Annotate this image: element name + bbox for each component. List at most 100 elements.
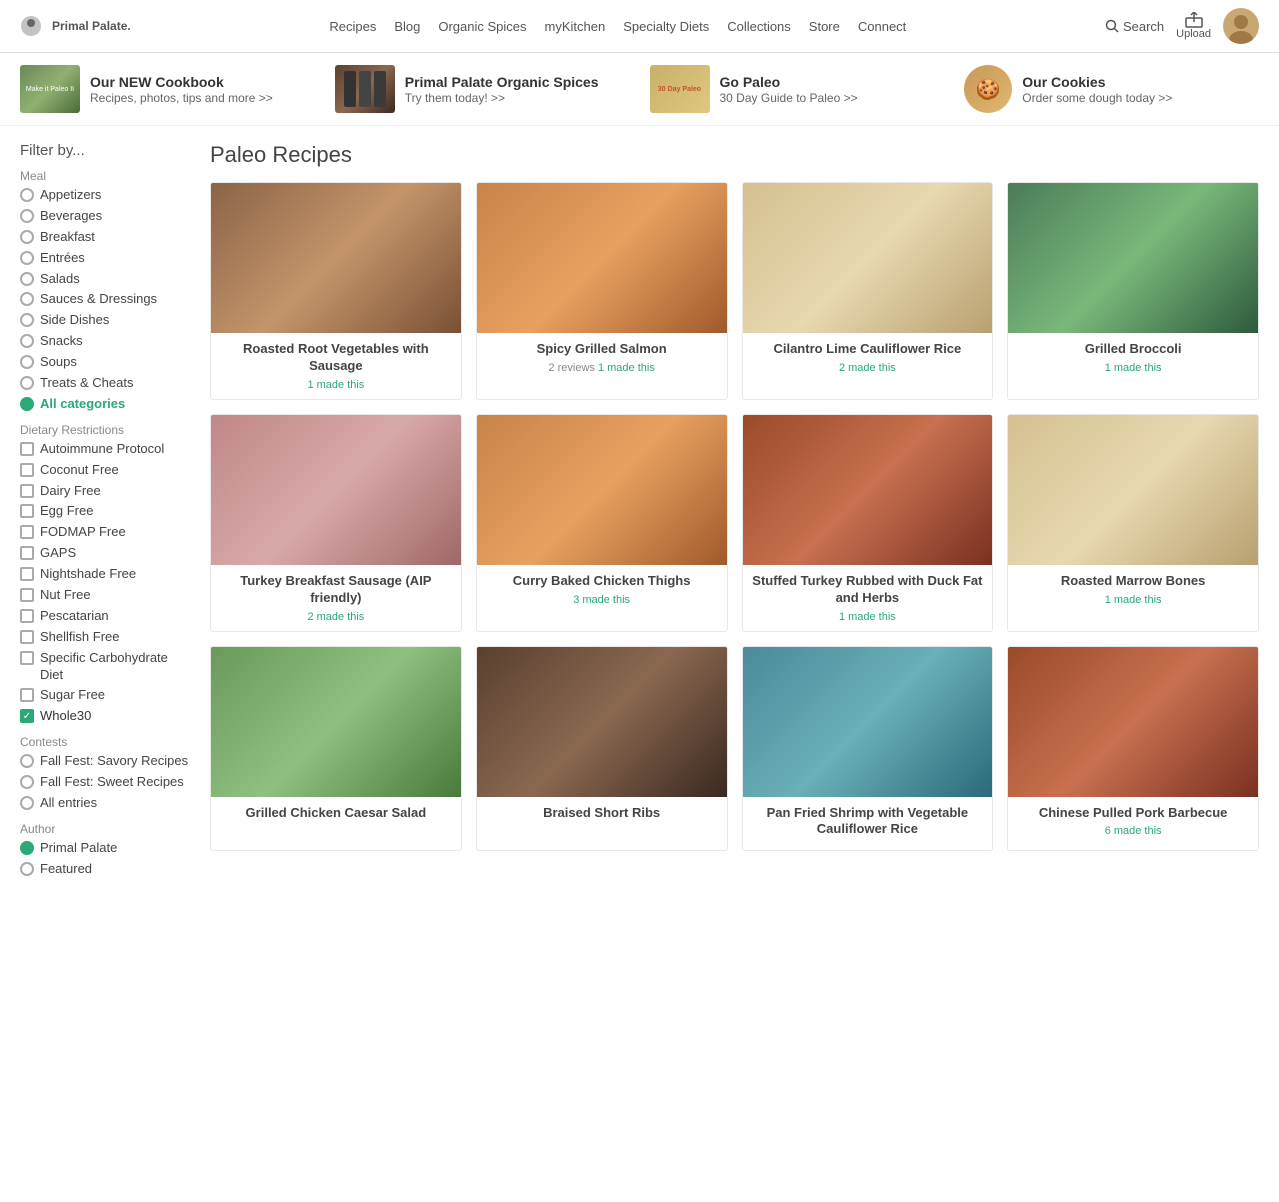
author-label: Author bbox=[20, 822, 190, 836]
nav-organic-spices[interactable]: Organic Spices bbox=[438, 19, 526, 34]
promo-cookbook[interactable]: Make it Paleo II Our NEW Cookbook Recipe… bbox=[20, 65, 315, 113]
recipe-info: Chinese Pulled Pork Barbecue6 made this bbox=[1008, 797, 1258, 846]
user-avatar[interactable] bbox=[1223, 8, 1259, 44]
recipe-name: Cilantro Lime Cauliflower Rice bbox=[751, 341, 985, 358]
recipe-card[interactable]: Braised Short Ribs bbox=[476, 646, 728, 852]
checkbox-nut-free[interactable] bbox=[20, 588, 34, 602]
radio-snacks[interactable] bbox=[20, 334, 34, 348]
sidebar-item-coconut-free[interactable]: Coconut Free bbox=[20, 462, 190, 479]
sidebar-item-fall-savory[interactable]: Fall Fest: Savory Recipes bbox=[20, 753, 190, 770]
radio-fall-savory[interactable] bbox=[20, 754, 34, 768]
checkbox-sugar-free[interactable] bbox=[20, 688, 34, 702]
recipe-made-count: 1 made this bbox=[598, 362, 655, 374]
sidebar-item-sauces[interactable]: Sauces & Dressings bbox=[20, 291, 190, 308]
label-egg-free: Egg Free bbox=[40, 503, 93, 520]
radio-side-dishes[interactable] bbox=[20, 313, 34, 327]
checkbox-dairy-free[interactable] bbox=[20, 484, 34, 498]
site-logo[interactable]: Primal Palate. bbox=[20, 15, 131, 37]
checkbox-gaps[interactable] bbox=[20, 546, 34, 560]
search-button[interactable]: Search bbox=[1105, 19, 1164, 34]
checkbox-nightshade[interactable] bbox=[20, 567, 34, 581]
recipe-card[interactable]: Spicy Grilled Salmon2 reviews 1 made thi… bbox=[476, 182, 728, 400]
nav-connect[interactable]: Connect bbox=[858, 19, 906, 34]
sidebar-item-egg-free[interactable]: Egg Free bbox=[20, 503, 190, 520]
nav-specialty-diets[interactable]: Specialty Diets bbox=[623, 19, 709, 34]
sidebar-item-treats[interactable]: Treats & Cheats bbox=[20, 375, 190, 392]
checkbox-whole30[interactable] bbox=[20, 709, 34, 723]
sidebar-item-shellfish-free[interactable]: Shellfish Free bbox=[20, 629, 190, 646]
recipe-info: Braised Short Ribs bbox=[477, 797, 727, 834]
recipe-card[interactable]: Roasted Marrow Bones1 made this bbox=[1007, 414, 1259, 632]
radio-appetizers[interactable] bbox=[20, 188, 34, 202]
recipe-card[interactable]: Curry Baked Chicken Thighs3 made this bbox=[476, 414, 728, 632]
sidebar-item-all-categories[interactable]: All categories bbox=[20, 396, 190, 413]
label-breakfast: Breakfast bbox=[40, 229, 95, 246]
sidebar-item-whole30[interactable]: Whole30 bbox=[20, 708, 190, 725]
sidebar-item-entrees[interactable]: Entrées bbox=[20, 250, 190, 267]
nav-mykitchen[interactable]: myKitchen bbox=[545, 19, 606, 34]
nav-blog[interactable]: Blog bbox=[394, 19, 420, 34]
nav-recipes[interactable]: Recipes bbox=[329, 19, 376, 34]
promo-cookies-thumb: 🍪 bbox=[964, 65, 1012, 113]
sidebar-item-nut-free[interactable]: Nut Free bbox=[20, 587, 190, 604]
promo-cookies[interactable]: 🍪 Our Cookies Order some dough today >> bbox=[964, 65, 1259, 113]
sidebar-item-featured[interactable]: Featured bbox=[20, 861, 190, 878]
sidebar-item-gaps[interactable]: GAPS bbox=[20, 545, 190, 562]
sidebar-item-all-entries[interactable]: All entries bbox=[20, 795, 190, 812]
promo-paleo[interactable]: 30 Day Paleo Go Paleo 30 Day Guide to Pa… bbox=[650, 65, 945, 113]
recipe-image bbox=[743, 647, 993, 797]
checkbox-fodmap[interactable] bbox=[20, 525, 34, 539]
sidebar-item-nightshade[interactable]: Nightshade Free bbox=[20, 566, 190, 583]
checkbox-autoimmune[interactable] bbox=[20, 442, 34, 456]
sidebar-item-snacks[interactable]: Snacks bbox=[20, 333, 190, 350]
upload-button[interactable]: Upload bbox=[1176, 12, 1211, 40]
checkbox-shellfish-free[interactable] bbox=[20, 630, 34, 644]
sidebar-item-breakfast[interactable]: Breakfast bbox=[20, 229, 190, 246]
recipe-card[interactable]: Pan Fried Shrimp with Vegetable Cauliflo… bbox=[742, 646, 994, 852]
nav-store[interactable]: Store bbox=[809, 19, 840, 34]
main-nav: Recipes Blog Organic Spices myKitchen Sp… bbox=[329, 19, 906, 34]
radio-primal-palate[interactable] bbox=[20, 841, 34, 855]
radio-treats[interactable] bbox=[20, 376, 34, 390]
radio-featured[interactable] bbox=[20, 862, 34, 876]
sidebar-item-sugar-free[interactable]: Sugar Free bbox=[20, 687, 190, 704]
radio-fall-sweet[interactable] bbox=[20, 775, 34, 789]
sidebar-item-side-dishes[interactable]: Side Dishes bbox=[20, 312, 190, 329]
recipe-meta: 2 made this bbox=[751, 362, 985, 374]
sidebar-item-dairy-free[interactable]: Dairy Free bbox=[20, 483, 190, 500]
recipe-card[interactable]: Stuffed Turkey Rubbed with Duck Fat and … bbox=[742, 414, 994, 632]
recipe-info: Grilled Broccoli1 made this bbox=[1008, 333, 1258, 382]
sidebar-item-pescatarian[interactable]: Pescatarian bbox=[20, 608, 190, 625]
sidebar-item-salads[interactable]: Salads bbox=[20, 271, 190, 288]
sidebar-item-specific-carb[interactable]: Specific Carbohydrate Diet bbox=[20, 650, 190, 684]
recipe-card[interactable]: Grilled Broccoli1 made this bbox=[1007, 182, 1259, 400]
checkbox-pescatarian[interactable] bbox=[20, 609, 34, 623]
recipe-card[interactable]: Roasted Root Vegetables with Sausage1 ma… bbox=[210, 182, 462, 400]
sidebar-item-beverages[interactable]: Beverages bbox=[20, 208, 190, 225]
checkbox-egg-free[interactable] bbox=[20, 504, 34, 518]
radio-entrees[interactable] bbox=[20, 251, 34, 265]
radio-sauces[interactable] bbox=[20, 292, 34, 306]
radio-all-entries[interactable] bbox=[20, 796, 34, 810]
radio-all-categories[interactable] bbox=[20, 397, 34, 411]
recipe-card[interactable]: Turkey Breakfast Sausage (AIP friendly)2… bbox=[210, 414, 462, 632]
sidebar-item-soups[interactable]: Soups bbox=[20, 354, 190, 371]
recipe-image bbox=[477, 647, 727, 797]
promo-spices[interactable]: Primal Palate Organic Spices Try them to… bbox=[335, 65, 630, 113]
sidebar-item-primal-palate[interactable]: Primal Palate bbox=[20, 840, 190, 857]
nav-collections[interactable]: Collections bbox=[727, 19, 791, 34]
sidebar-item-fodmap[interactable]: FODMAP Free bbox=[20, 524, 190, 541]
sidebar-item-fall-sweet[interactable]: Fall Fest: Sweet Recipes bbox=[20, 774, 190, 791]
checkbox-coconut-free[interactable] bbox=[20, 463, 34, 477]
radio-soups[interactable] bbox=[20, 355, 34, 369]
recipe-card[interactable]: Cilantro Lime Cauliflower Rice 2 made thi… bbox=[742, 182, 994, 400]
radio-breakfast[interactable] bbox=[20, 230, 34, 244]
recipe-image bbox=[743, 415, 993, 565]
radio-salads[interactable] bbox=[20, 272, 34, 286]
recipe-card[interactable]: Chinese Pulled Pork Barbecue6 made this bbox=[1007, 646, 1259, 852]
checkbox-specific-carb[interactable] bbox=[20, 651, 34, 665]
sidebar-item-appetizers[interactable]: Appetizers bbox=[20, 187, 190, 204]
radio-beverages[interactable] bbox=[20, 209, 34, 223]
sidebar-item-autoimmune[interactable]: Autoimmune Protocol bbox=[20, 441, 190, 458]
recipe-card[interactable]: Grilled Chicken Caesar Salad bbox=[210, 646, 462, 852]
